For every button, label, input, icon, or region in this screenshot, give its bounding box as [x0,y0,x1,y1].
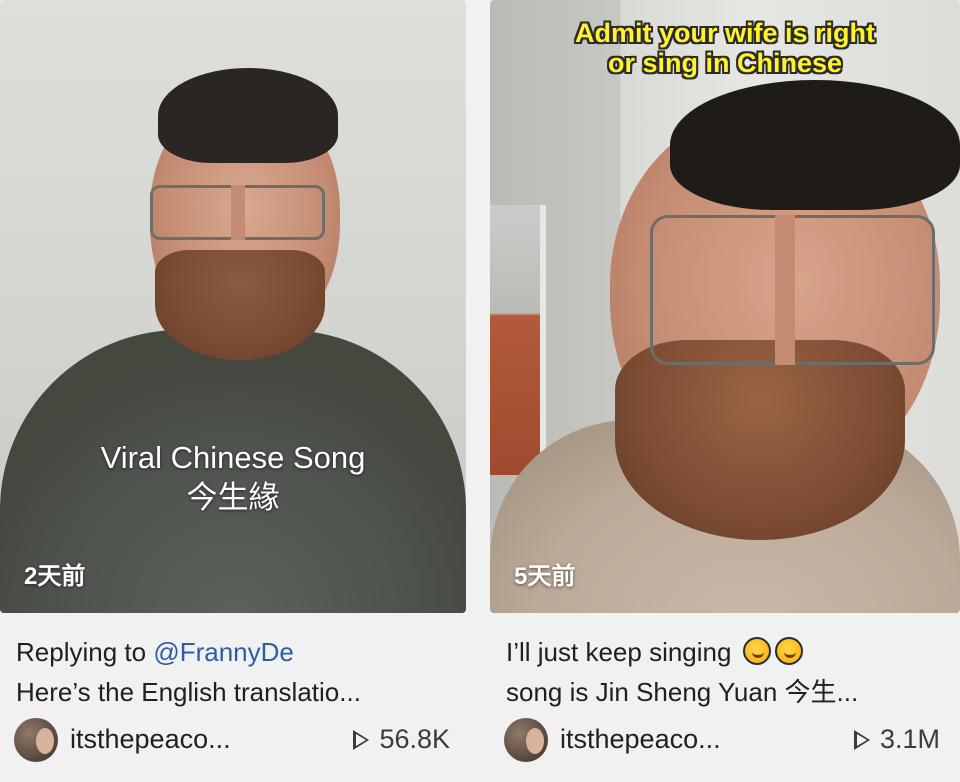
author-avatar[interactable] [14,718,58,762]
thumbnail-window [490,205,546,475]
thumbnail-person-beard [155,250,325,360]
mention-link[interactable]: @FrannyDe [153,637,294,667]
description-line-1: Replying to @FrannyDe [16,632,456,672]
video-meta: itsthepeaco... 3.1M [504,718,944,766]
replying-prefix: Replying to [16,637,154,667]
video-description[interactable]: Replying to @FrannyDe Here’s the English… [16,632,456,712]
video-card-2[interactable]: Admit your wife is right or sing in Chin… [490,0,960,782]
view-count: 3.1M [853,724,940,755]
thumbnail-top-caption: Admit your wife is right or sing in Chin… [490,18,960,78]
time-badge: 2天前 [24,563,86,590]
thumbnail-person-hair [158,68,338,163]
video-thumbnail-1[interactable]: Viral Chinese Song 今生緣 2天前 [0,0,466,613]
video-card-1[interactable]: Viral Chinese Song 今生緣 2天前 Replying to @… [0,0,466,782]
thumbnail-subtitle: 今生緣 [186,480,280,515]
view-count-value: 3.1M [879,724,940,754]
thumbnail-person-hair [670,80,960,210]
author-name[interactable]: itsthepeaco... [560,724,721,755]
laughing-emoji-icon [742,637,771,665]
video-description[interactable]: I’ll just keep singing song is Jin Sheng… [506,632,946,712]
play-icon [853,730,870,750]
video-grid: Viral Chinese Song 今生緣 2天前 Replying to @… [0,0,960,782]
author-avatar[interactable] [504,718,548,762]
description-line-2: Here’s the English translatio... [16,677,361,707]
description-text: I’ll just keep singing [506,637,732,667]
thumbnail-person-beard [615,340,905,540]
top-caption-line-2: or sing in Chinese [607,48,843,78]
play-icon [353,730,370,750]
thumbnail-person-glasses [150,185,325,240]
video-thumbnail-2[interactable]: Admit your wife is right or sing in Chin… [490,0,960,613]
author-name[interactable]: itsthepeaco... [70,724,231,755]
thumbnail-person-glasses [650,215,935,365]
laughing-emoji-icon [774,637,803,665]
top-caption-line-1: Admit your wife is right [574,18,876,48]
description-line-2: song is Jin Sheng Yuan 今生... [506,677,859,707]
view-count: 56.8K [353,724,450,755]
description-line-1: I’ll just keep singing [506,632,946,672]
view-count-value: 56.8K [379,724,450,754]
video-meta: itsthepeaco... 56.8K [14,718,454,766]
thumbnail-title: Viral Chinese Song [100,440,366,475]
time-badge: 5天前 [514,563,576,590]
